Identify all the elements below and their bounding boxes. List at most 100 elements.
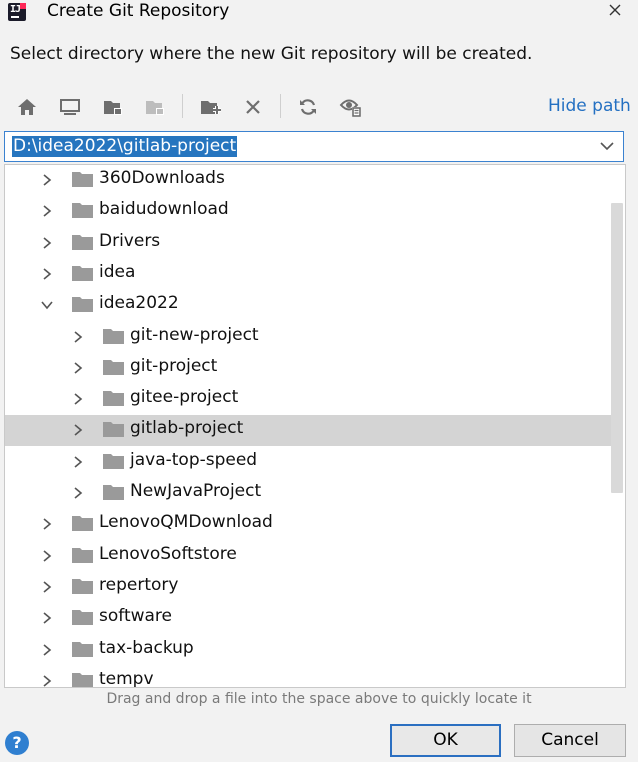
folder-icon xyxy=(103,453,124,469)
folder-icon xyxy=(72,172,93,187)
folder-icon xyxy=(72,578,93,594)
tree-item[interactable]: gitee-project xyxy=(5,384,611,415)
folder-icon xyxy=(72,203,93,219)
hide-path-link[interactable]: Hide path xyxy=(548,96,631,116)
project-folder-icon xyxy=(104,101,122,115)
folder-icon xyxy=(72,672,93,687)
ok-button[interactable]: OK xyxy=(390,724,501,757)
chevron-right-icon[interactable] xyxy=(72,393,84,405)
module-folder-icon xyxy=(146,101,164,115)
tree-item[interactable]: tax-backup xyxy=(5,635,611,666)
desktop-icon xyxy=(60,99,80,115)
close-button[interactable] xyxy=(603,0,627,24)
folder-icon xyxy=(72,265,93,281)
tree-item-label: gitlab-project xyxy=(130,418,244,439)
refresh-button[interactable] xyxy=(294,92,322,122)
project-folder-button[interactable] xyxy=(99,92,127,122)
chevron-right-icon[interactable] xyxy=(72,424,84,437)
tree-item-label: 360Downloads xyxy=(99,168,225,188)
module-folder-button[interactable] xyxy=(141,92,169,122)
folder-icon xyxy=(103,328,124,344)
dialog-title: Create Git Repository xyxy=(47,1,230,21)
tree-item-label: LenovoSoftstore xyxy=(99,543,237,564)
folder-icon xyxy=(72,547,93,563)
toolbar-separator xyxy=(280,94,281,118)
chevron-right-icon[interactable] xyxy=(41,205,53,217)
chevron-right-icon[interactable] xyxy=(72,487,84,499)
chevron-right-icon[interactable] xyxy=(41,236,53,249)
chevron-right-icon[interactable] xyxy=(41,612,53,624)
refresh-icon xyxy=(300,99,316,115)
chevron-right-icon[interactable] xyxy=(41,518,53,530)
chevron-right-icon[interactable] xyxy=(41,549,53,562)
tree-item[interactable]: software xyxy=(5,603,611,634)
chevron-down-icon[interactable] xyxy=(41,299,53,311)
tree-item[interactable]: LenovoQMDownload xyxy=(5,509,611,540)
tree-item-label: Drivers xyxy=(99,230,161,251)
new-folder-button[interactable] xyxy=(197,92,225,122)
show-hidden-button[interactable] xyxy=(337,92,365,122)
drag-drop-hint: Drag and drop a file into the space abov… xyxy=(106,691,532,707)
tree-item[interactable]: 360Downloads xyxy=(5,165,611,196)
folder-icon xyxy=(103,485,124,500)
tree-item-label: gitee-project xyxy=(130,387,239,408)
chevron-right-icon[interactable] xyxy=(72,362,84,374)
chevron-right-icon[interactable] xyxy=(72,456,84,468)
folder-icon xyxy=(72,610,93,626)
folder-icon xyxy=(103,391,124,407)
delete-button[interactable] xyxy=(239,92,267,122)
folder-icon xyxy=(103,422,124,438)
tree-item[interactable]: idea2022 xyxy=(5,290,611,321)
intellij-app-icon: IJ xyxy=(8,3,26,21)
tree-item[interactable]: LenovoSoftstore xyxy=(5,541,611,572)
directory-tree[interactable]: 360Downloads baidudownload Drivers idea idea… xyxy=(4,164,626,688)
tree-item[interactable]: Drivers xyxy=(5,228,611,259)
tree-item[interactable]: gitlab-project xyxy=(5,415,611,447)
chevron-right-icon[interactable] xyxy=(41,581,53,593)
show-hidden-icon xyxy=(339,99,361,117)
tree-item-label: idea2022 xyxy=(99,293,179,314)
path-input-text: D:\idea2022\gitlab-project xyxy=(12,136,238,157)
tree-item[interactable]: java-top-speed xyxy=(5,447,611,478)
chevron-right-icon[interactable] xyxy=(41,675,53,687)
tree-item-label: idea xyxy=(99,261,136,282)
path-input[interactable]: D:\idea2022\gitlab-project xyxy=(4,131,624,162)
cancel-button[interactable]: Cancel xyxy=(514,724,626,757)
dialog-description: Select directory where the new Git repos… xyxy=(10,44,533,64)
tree-scrollbar[interactable] xyxy=(611,203,623,493)
chevron-right-icon[interactable] xyxy=(72,330,84,343)
desktop-button[interactable] xyxy=(56,92,84,122)
tree-item-label: software xyxy=(99,606,173,627)
tree-item-label: tempv xyxy=(99,668,154,688)
tree-item-label: java-top-speed xyxy=(130,449,258,470)
help-button[interactable]: ? xyxy=(5,731,29,755)
tree-item-label: NewJavaProject xyxy=(130,481,262,501)
new-folder-icon xyxy=(201,101,221,114)
folder-icon xyxy=(72,234,93,250)
folder-icon xyxy=(103,359,124,375)
tree-item[interactable]: NewJavaProject xyxy=(5,478,611,509)
tree-item[interactable]: baidudownload xyxy=(5,196,611,227)
tree-item[interactable]: idea xyxy=(5,259,611,290)
tree-item-label: git-project xyxy=(130,355,218,376)
tree-item-label: baidudownload xyxy=(99,199,229,220)
folder-icon xyxy=(72,516,93,532)
chevron-right-icon[interactable] xyxy=(41,268,53,280)
folder-icon xyxy=(72,297,93,313)
chevron-right-icon[interactable] xyxy=(41,643,53,656)
home-icon xyxy=(18,99,36,115)
home-button[interactable] xyxy=(13,92,41,122)
file-chooser-toolbar xyxy=(10,92,530,124)
chevron-down-icon[interactable] xyxy=(599,139,615,153)
tree-item[interactable]: repertory xyxy=(5,572,611,603)
tree-item-label: tax-backup xyxy=(99,637,194,658)
chevron-right-icon[interactable] xyxy=(41,174,53,186)
title-bar: IJ Create Git Repository xyxy=(0,0,638,30)
tree-item-label: git-new-project xyxy=(130,324,259,345)
close-icon xyxy=(609,4,621,16)
tree-item[interactable]: tempv xyxy=(5,666,611,688)
tree-item-label: repertory xyxy=(99,574,179,595)
tree-item[interactable]: git-new-project xyxy=(5,322,611,353)
tree-item-label: LenovoQMDownload xyxy=(99,512,273,533)
tree-item[interactable]: git-project xyxy=(5,353,611,384)
